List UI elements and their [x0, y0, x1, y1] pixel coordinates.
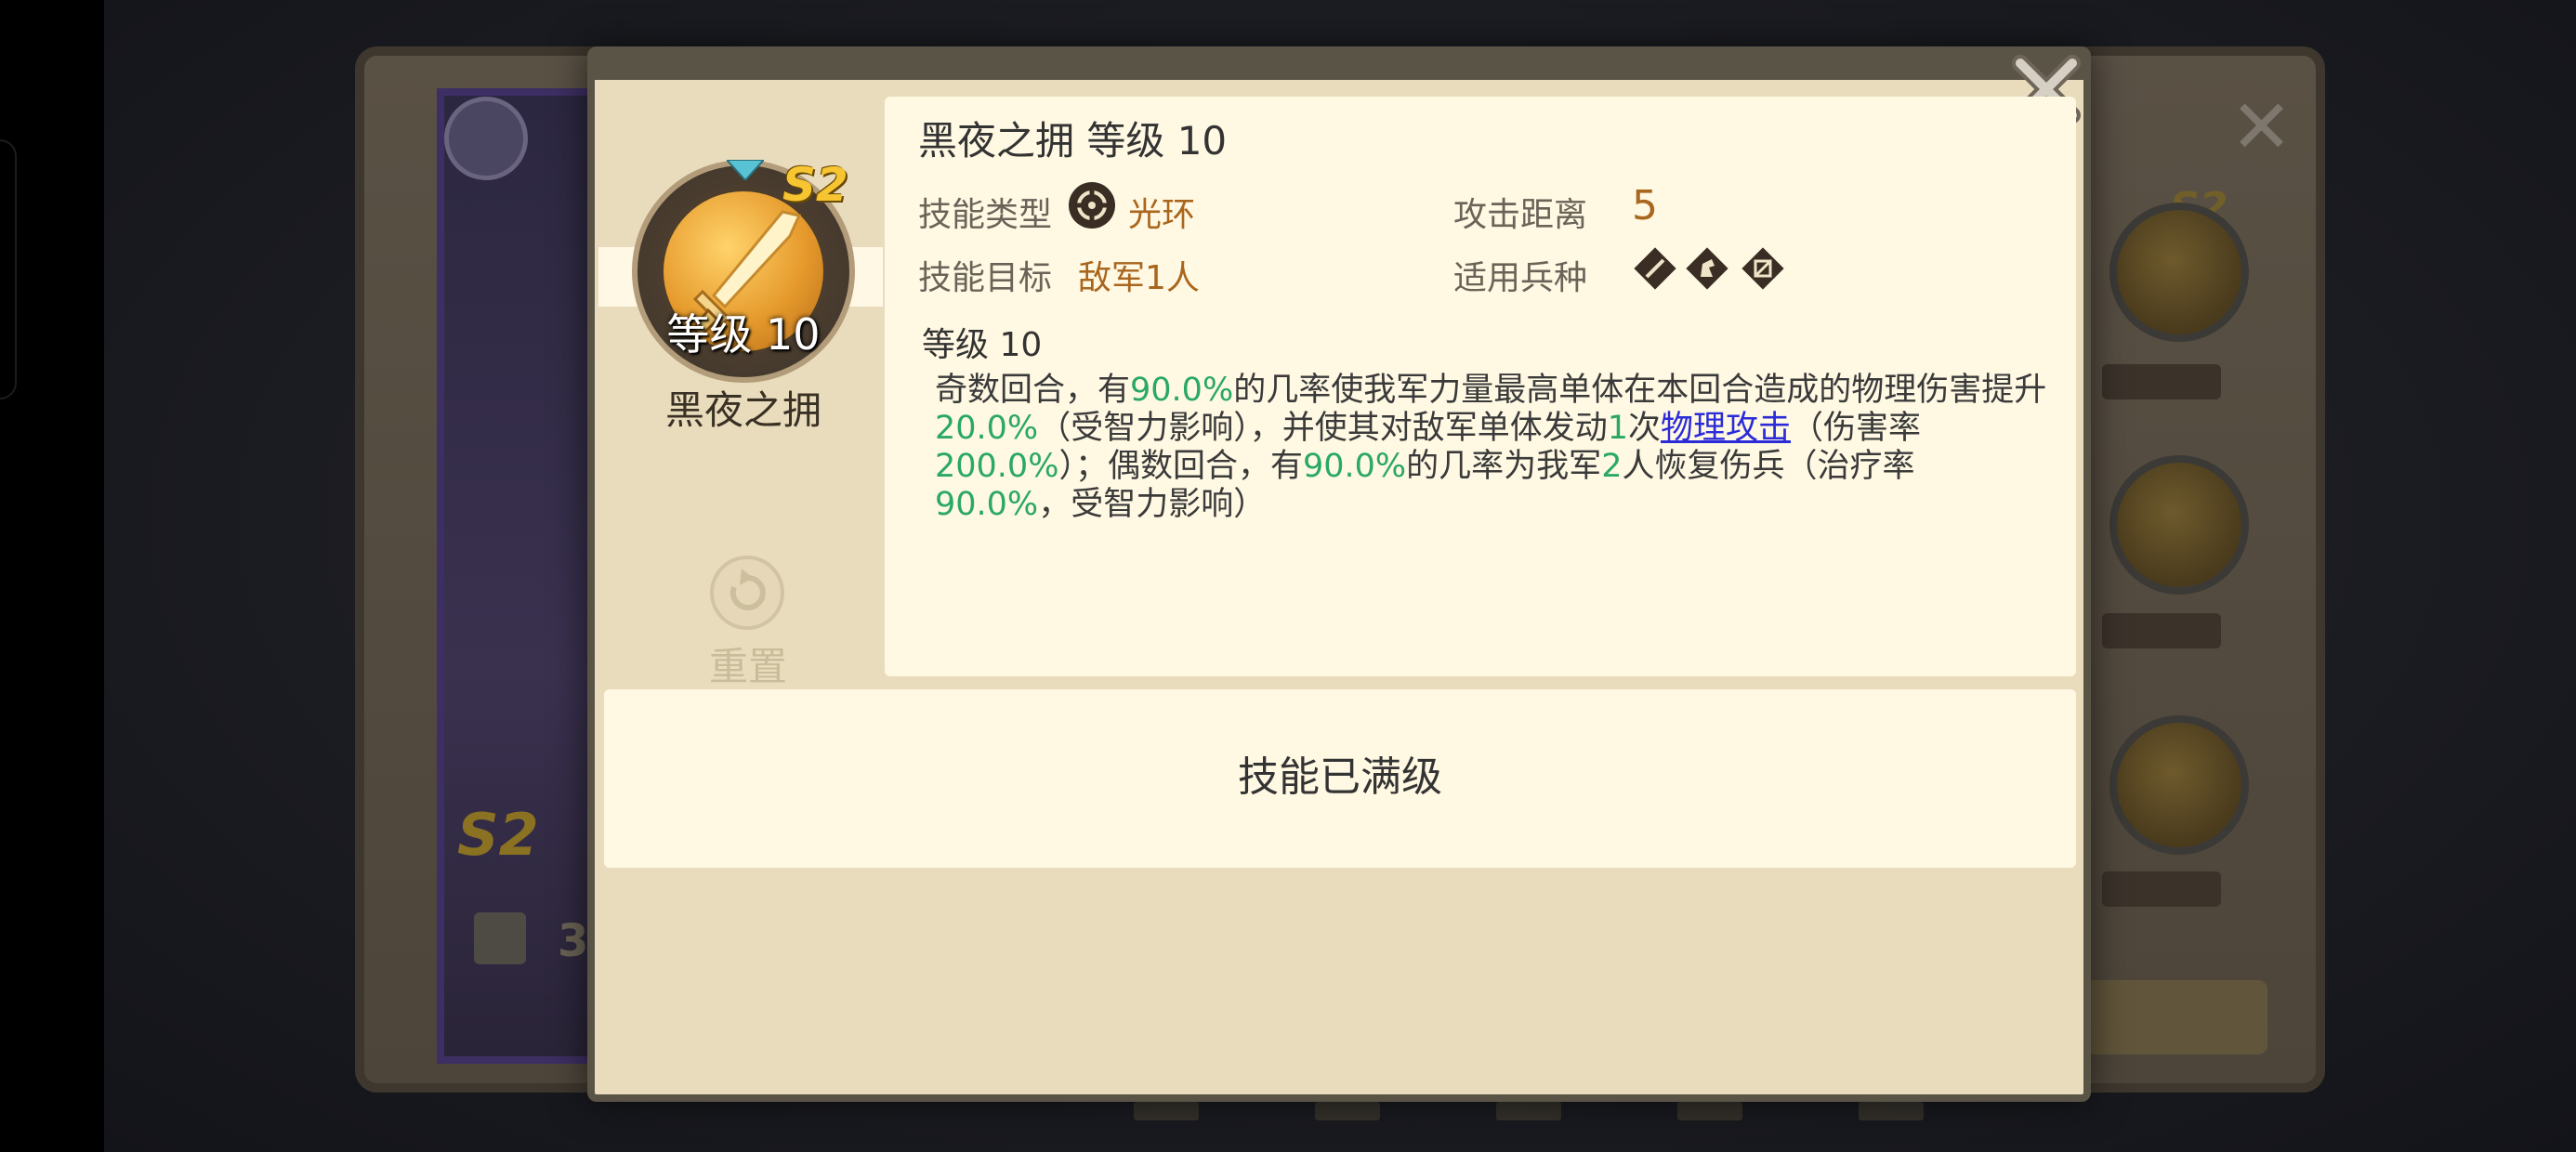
- desc-text: ，受智力影响）: [1038, 486, 1267, 523]
- desc-value: 90.0%: [935, 486, 1039, 523]
- attack-range-label: 攻击距离: [1453, 196, 1588, 234]
- desc-value: 20.0%: [935, 410, 1039, 447]
- desc-text: 人恢复伤兵（治疗率: [1622, 448, 1915, 485]
- reset-icon: [729, 569, 766, 610]
- attack-range-value: 5: [1632, 182, 1658, 229]
- archer-icon: [1740, 245, 1786, 292]
- skill-title: 黑夜之拥 等级 10: [918, 118, 1228, 164]
- background-skill-medal: [2109, 203, 2249, 342]
- gem-icon: [727, 160, 764, 180]
- desc-value: 200.0%: [935, 448, 1059, 485]
- background-troop-icon: [474, 912, 526, 964]
- background-tab: [1859, 1102, 1924, 1120]
- max-level-text: 技能已满级: [1238, 753, 1442, 801]
- cavalry-icon: [1684, 245, 1730, 292]
- skill-s2-badge: S2: [782, 158, 848, 212]
- background-skill-label: [2102, 871, 2221, 907]
- desc-text: （受智力影响），并使其对敌军单体发动: [1038, 410, 1608, 447]
- background-tab: [1315, 1102, 1380, 1120]
- medal-level-text: 等级 10: [666, 309, 821, 360]
- reset-label[interactable]: 重置: [688, 635, 808, 692]
- desc-value: 90.0%: [1130, 372, 1234, 409]
- background-close-icon: ✕: [2230, 84, 2293, 170]
- background-skill-label: [2102, 364, 2221, 399]
- background-skill-label: [2102, 613, 2221, 648]
- background-s2-badge: S2: [457, 801, 539, 869]
- desc-text: ）；偶数回合，有: [1058, 448, 1303, 485]
- skill-description: 奇数回合，有90.0%的几率使我军力量最高单体在本回合造成的物理伤害提升20.0…: [935, 372, 2050, 524]
- background-skill-medal: [2109, 715, 2249, 855]
- screen-notch-outline: [0, 139, 17, 399]
- reset-button[interactable]: [710, 556, 784, 630]
- desc-value: 90.0%: [1302, 448, 1407, 485]
- skill-target-value: 敌军1人: [1078, 259, 1200, 297]
- desc-text: （伤害率: [1791, 410, 1922, 447]
- skull-icon: [444, 97, 528, 180]
- description-level: 等级 10: [922, 326, 1043, 364]
- background-count: 3: [558, 915, 589, 967]
- background-tab: [1677, 1102, 1742, 1120]
- desc-text: 的几率为我军: [1406, 448, 1602, 485]
- skill-target-label: 技能目标: [918, 259, 1053, 297]
- background-skill-medal: [2109, 455, 2249, 595]
- desc-value: 1: [1607, 410, 1628, 447]
- desc-text: 次: [1627, 410, 1661, 447]
- skill-name: 黑夜之拥: [664, 387, 821, 433]
- skill-type-label: 技能类型: [918, 196, 1053, 234]
- aura-icon: [1069, 182, 1115, 229]
- desc-text: 奇数回合，有: [935, 372, 1131, 409]
- game-screen: S2 3 ✕ S2 S2 等级 10 黑夜之拥: [0, 0, 2576, 1152]
- troop-type-label: 适用兵种: [1453, 259, 1588, 297]
- background-tab: [1496, 1102, 1561, 1120]
- desc-text: 的几率使我军力量最高单体在本回合造成的物理伤害提升: [1233, 372, 2047, 409]
- physical-attack-link[interactable]: 物理攻击: [1661, 410, 1791, 447]
- background-tab: [1134, 1102, 1199, 1120]
- infantry-icon: [1632, 245, 1678, 292]
- desc-value: 2: [1601, 448, 1623, 485]
- skill-type-value: 光环: [1128, 196, 1196, 234]
